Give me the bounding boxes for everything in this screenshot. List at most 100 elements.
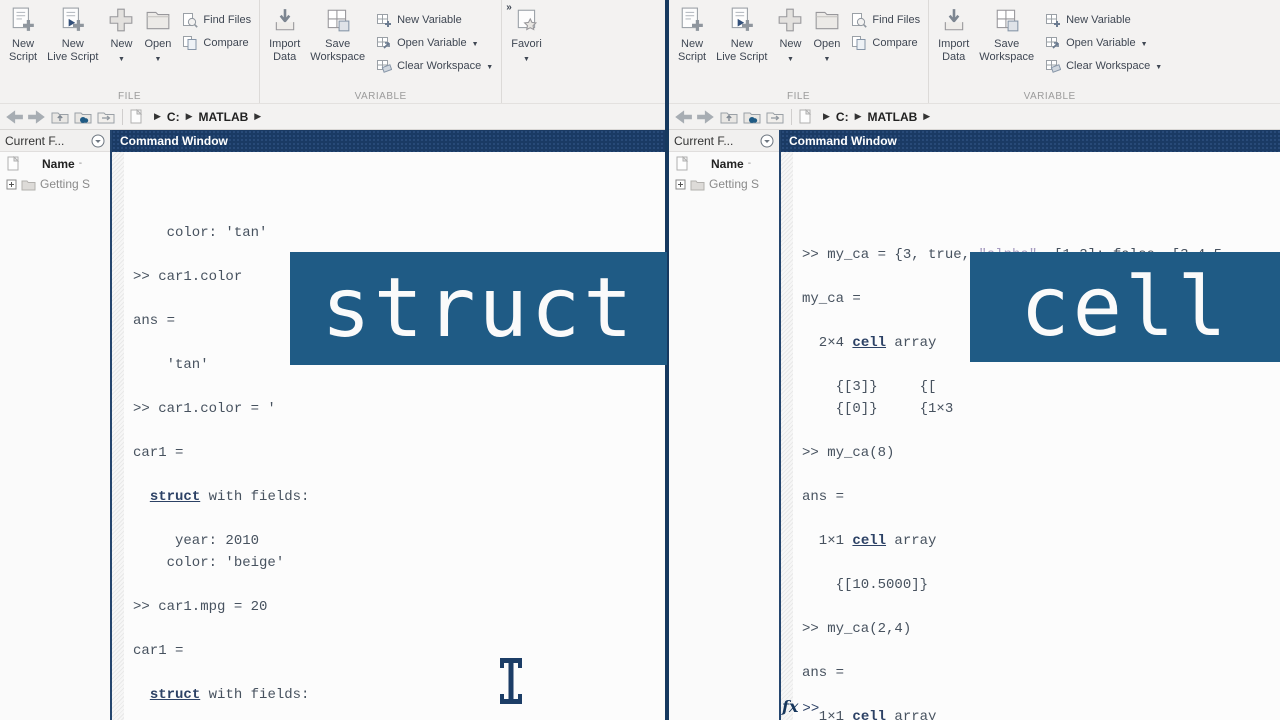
clear-workspace-button[interactable]: Clear Workspace ▼	[1045, 58, 1162, 74]
breadcrumb-drive[interactable]: C:	[836, 110, 849, 124]
open-button[interactable]: Open ▼	[139, 4, 176, 66]
back-icon[interactable]	[4, 109, 24, 125]
variable-section-label: VARIABLE	[260, 91, 501, 102]
terminal-line: struct with fields:	[133, 486, 665, 508]
compare-button[interactable]: Compare	[851, 35, 920, 51]
command-window: Command Window color: 'tan'>> car1.color…	[110, 130, 665, 720]
chevron-down-icon: ▼	[787, 53, 794, 66]
open-variable-button[interactable]: Open Variable ▼	[1045, 35, 1162, 51]
terminal-line: 1×1 cell array	[802, 706, 1280, 720]
gutter	[112, 152, 124, 720]
breadcrumb-arrow-icon: ▶	[154, 111, 161, 122]
divider	[791, 109, 792, 125]
name-column-header[interactable]: Name -	[0, 152, 110, 173]
import-data-button[interactable]: Import Data	[264, 4, 305, 64]
terminal-line	[802, 684, 1280, 706]
compare-button[interactable]: Compare	[182, 35, 251, 51]
page-icon	[675, 156, 689, 171]
expand-icon[interactable]	[675, 179, 686, 190]
command-window-output[interactable]: fx >> >> my_ca = {3, true, "alpha", [1 2…	[781, 152, 1280, 720]
folder-tree-item[interactable]: Getting S	[669, 173, 779, 193]
terminal-line: year: 2010	[133, 530, 665, 552]
open-button[interactable]: Open ▼	[808, 4, 845, 66]
chevron-down-icon: ▼	[1141, 41, 1148, 48]
forward-icon[interactable]	[696, 109, 716, 125]
folder-switch-icon[interactable]	[765, 109, 785, 125]
back-icon[interactable]	[673, 109, 693, 125]
divider	[122, 109, 123, 125]
import-data-icon	[941, 7, 967, 33]
terminal-line: 1×1 cell array	[802, 530, 1280, 552]
new-variable-button[interactable]: New Variable	[1045, 12, 1162, 28]
import-data-button[interactable]: Import Data	[933, 4, 974, 64]
breadcrumb-arrow-icon: ▶	[254, 111, 261, 122]
find-files-icon	[851, 12, 867, 28]
find-files-button[interactable]: Find Files	[851, 12, 920, 28]
folder-up-icon[interactable]	[50, 109, 70, 125]
command-window-title: Command Window	[112, 130, 665, 152]
breadcrumb-arrow-icon: ▶	[823, 111, 830, 122]
new-script-button[interactable]: New Script	[4, 4, 42, 64]
variable-small-buttons: New Variable Open Variable ▼ Clear Works…	[370, 4, 497, 74]
favorites-button[interactable]: Favori ▼	[506, 4, 547, 66]
folder-tree-item[interactable]: Getting S	[0, 173, 110, 193]
text-cursor-icon	[498, 656, 524, 706]
new-live-script-icon	[729, 7, 755, 33]
breadcrumb-folder[interactable]: MATLAB	[199, 110, 249, 124]
struct-banner: struct	[290, 252, 667, 365]
forward-icon[interactable]	[27, 109, 47, 125]
find-files-button[interactable]: Find Files	[182, 12, 251, 28]
compare-icon	[182, 35, 198, 51]
breadcrumb[interactable]: ▶ C: ▶ MATLAB ▶	[154, 110, 261, 124]
file-section-label: FILE	[669, 91, 928, 102]
folder-up-icon[interactable]	[719, 109, 739, 125]
terminal-line	[802, 420, 1280, 442]
breadcrumb-arrow-icon: ▶	[855, 111, 862, 122]
terminal-line: ans =	[802, 486, 1280, 508]
folder-icon	[21, 178, 36, 191]
fx-icon[interactable]: fx	[782, 696, 798, 718]
command-window-output[interactable]: color: 'tan'>> car1.colorans = 'tan'>> c…	[112, 152, 665, 720]
folder-cloud-icon[interactable]	[73, 109, 93, 125]
new-button[interactable]: New ▼	[772, 4, 808, 66]
terminal-line: car1 =	[133, 640, 665, 662]
new-script-button[interactable]: New Script	[673, 4, 711, 64]
terminal-line: >> car1.mpg = 20	[133, 596, 665, 618]
chevron-down-icon: ▼	[118, 53, 125, 66]
toolstrip: New Script New Live Script New ▼ Open ▼	[669, 0, 1280, 104]
command-prompt[interactable]: fx >>	[782, 696, 819, 720]
name-column-header[interactable]: Name -	[669, 152, 779, 173]
variable-group: Import Data Save Workspace New Variable	[929, 0, 1170, 103]
folder-cloud-icon[interactable]	[742, 109, 762, 125]
folder-switch-icon[interactable]	[96, 109, 116, 125]
new-live-script-button[interactable]: New Live Script	[42, 4, 103, 64]
breadcrumb-drive[interactable]: C:	[167, 110, 180, 124]
gutter	[781, 152, 793, 720]
terminal-line: color: 'tan'	[133, 222, 665, 244]
save-workspace-button[interactable]: Save Workspace	[974, 4, 1039, 64]
breadcrumb-folder[interactable]: MATLAB	[868, 110, 918, 124]
new-button[interactable]: New ▼	[103, 4, 139, 66]
new-variable-button[interactable]: New Variable	[376, 12, 493, 28]
favorites-icon	[514, 7, 540, 33]
sort-indicator: -	[79, 158, 82, 169]
breadcrumb[interactable]: ▶ C: ▶ MATLAB ▶	[823, 110, 930, 124]
open-variable-button[interactable]: Open Variable ▼	[376, 35, 493, 51]
plus-icon	[777, 7, 803, 33]
clear-workspace-button[interactable]: Clear Workspace ▼	[376, 58, 493, 74]
terminal-line	[133, 662, 665, 684]
plus-icon	[108, 7, 134, 33]
panel-menu-icon[interactable]	[91, 134, 105, 148]
open-variable-icon	[1045, 35, 1061, 51]
panel-menu-icon[interactable]	[760, 134, 774, 148]
expand-icon[interactable]	[6, 179, 17, 190]
chevron-down-icon: ▼	[1155, 64, 1162, 71]
save-workspace-button[interactable]: Save Workspace	[305, 4, 370, 64]
terminal-line	[802, 640, 1280, 662]
new-variable-icon	[376, 12, 392, 28]
current-folder-title: Current F...	[674, 134, 733, 148]
compare-icon	[851, 35, 867, 51]
chevron-down-icon: ▼	[823, 53, 830, 66]
address-bar: ▶ C: ▶ MATLAB ▶	[669, 104, 1280, 130]
new-live-script-button[interactable]: New Live Script	[711, 4, 772, 64]
